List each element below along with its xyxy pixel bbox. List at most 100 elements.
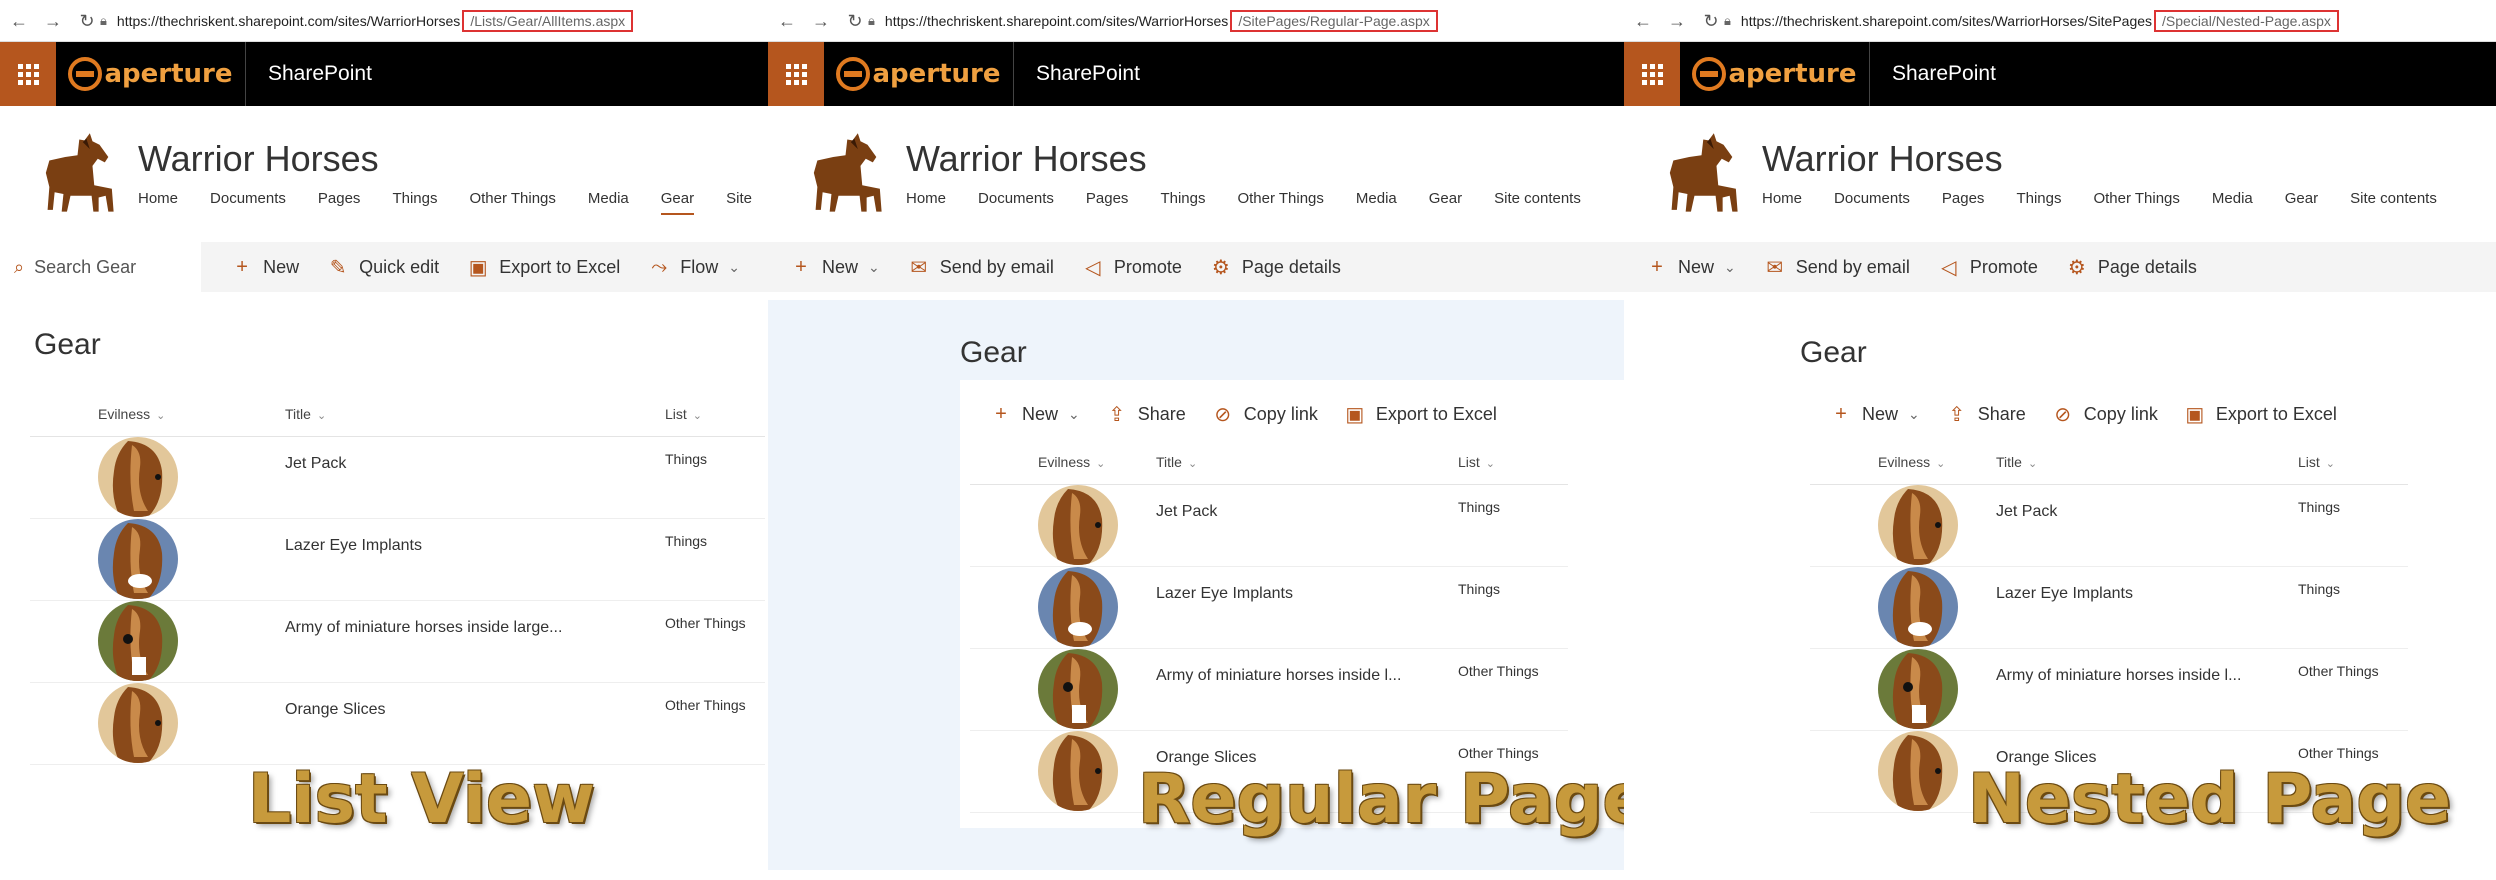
nav-link-gear[interactable]: Gear: [1429, 190, 1462, 213]
back-icon[interactable]: ←: [776, 11, 798, 31]
forward-icon[interactable]: →: [42, 11, 64, 31]
nav-link-gear[interactable]: Gear: [2285, 190, 2318, 213]
app-launcher-icon[interactable]: [1624, 42, 1680, 106]
title-cell[interactable]: Lazer Eye Implants: [285, 518, 665, 601]
webpart-new-button[interactable]: + New ⌄: [990, 403, 1080, 426]
nav-link-other-things[interactable]: Other Things: [2093, 190, 2179, 213]
reload-icon[interactable]: ↻: [1700, 11, 1722, 31]
aperture-logo[interactable]: aperture: [824, 42, 1014, 106]
column-header-evilness[interactable]: Evilness ⌄: [970, 440, 1156, 485]
nav-link-things[interactable]: Things: [1160, 190, 1205, 213]
nav-link-other-things[interactable]: Other Things: [469, 190, 555, 215]
aperture-logo[interactable]: aperture: [56, 42, 246, 106]
site-title[interactable]: Warrior Horses: [138, 138, 379, 180]
nav-link-documents[interactable]: Documents: [210, 190, 286, 215]
back-icon[interactable]: ←: [8, 11, 30, 31]
cmd-promote-button[interactable]: ◁ Promote: [1082, 255, 1182, 280]
title-cell[interactable]: Army of miniature horses inside l...: [1996, 648, 2298, 731]
site-title[interactable]: Warrior Horses: [1762, 138, 2003, 180]
nav-link-pages[interactable]: Pages: [1086, 190, 1129, 213]
column-header-evilness[interactable]: Evilness ⌄: [30, 392, 285, 437]
nav-link-things[interactable]: Things: [392, 190, 437, 215]
column-header-evilness[interactable]: Evilness ⌄: [1810, 440, 1996, 485]
cmd-new-button[interactable]: + New ⌄: [790, 256, 880, 279]
nav-link-documents[interactable]: Documents: [1834, 190, 1910, 213]
nav-link-home[interactable]: Home: [1762, 190, 1802, 213]
webpart-copy-link-button[interactable]: ⊘ Copy link: [2052, 402, 2157, 427]
cmd-flow-button[interactable]: ⤳ Flow ⌄: [648, 256, 740, 279]
table-row[interactable]: Army of miniature horses inside l... Othe…: [970, 648, 1568, 731]
table-row[interactable]: Lazer Eye Implants Things: [970, 566, 1568, 649]
reload-icon[interactable]: ↻: [844, 11, 866, 31]
column-header-list[interactable]: List ⌄: [2298, 440, 2408, 485]
cmd-new-button[interactable]: + New ⌄: [1646, 256, 1736, 279]
title-cell[interactable]: Jet Pack: [285, 436, 665, 519]
table-row[interactable]: Jet Pack Things: [30, 436, 765, 519]
suite-title[interactable]: SharePoint: [268, 62, 372, 86]
title-cell[interactable]: Jet Pack: [1156, 484, 1458, 567]
nav-link-gear[interactable]: Gear: [660, 190, 695, 215]
nav-link-home[interactable]: Home: [138, 190, 178, 215]
cmd-export-to-excel-button[interactable]: ▣ Export to Excel: [467, 255, 621, 280]
column-header-list[interactable]: List ⌄: [665, 392, 765, 437]
table-row[interactable]: Orange Slices Other Things: [30, 682, 765, 765]
nav-link-pages[interactable]: Pages: [1942, 190, 1985, 213]
cmd-promote-button[interactable]: ◁ Promote: [1938, 255, 2038, 280]
app-launcher-icon[interactable]: [768, 42, 824, 106]
nav-link-documents[interactable]: Documents: [978, 190, 1054, 213]
forward-icon[interactable]: →: [810, 11, 832, 31]
nav-link-site[interactable]: Site: [726, 190, 752, 215]
webpart-share-button[interactable]: ⇪ Share: [1946, 402, 2025, 427]
nav-link-media[interactable]: Media: [1356, 190, 1397, 213]
table-row[interactable]: Army of miniature horses inside l... Othe…: [1810, 648, 2408, 731]
title-cell[interactable]: Orange Slices: [285, 682, 665, 765]
table-row[interactable]: Lazer Eye Implants Things: [30, 518, 765, 601]
title-cell[interactable]: Army of miniature horses inside large...: [285, 600, 665, 683]
title-cell[interactable]: Army of miniature horses inside l...: [1156, 648, 1458, 731]
table-row[interactable]: Jet Pack Things: [1810, 484, 2408, 567]
nav-link-media[interactable]: Media: [588, 190, 629, 215]
url-field[interactable]: 🔒︎ https://thechriskent.sharepoint.com/si…: [868, 8, 1438, 34]
nav-link-site-contents[interactable]: Site contents: [2350, 190, 2437, 213]
horse-logo-icon[interactable]: [1654, 128, 1742, 216]
url-field[interactable]: 🔒︎ https://thechriskent.sharepoint.com/si…: [100, 8, 634, 34]
cmd-page-details-button[interactable]: ⚙ Page details: [2066, 255, 2197, 280]
title-cell[interactable]: Lazer Eye Implants: [1996, 566, 2298, 649]
cmd-new-button[interactable]: + New: [231, 256, 299, 279]
horse-logo-icon[interactable]: [30, 128, 118, 216]
table-row[interactable]: Jet Pack Things: [970, 484, 1568, 567]
title-cell[interactable]: Lazer Eye Implants: [1156, 566, 1458, 649]
table-row[interactable]: Lazer Eye Implants Things: [1810, 566, 2408, 649]
suite-title[interactable]: SharePoint: [1036, 62, 1140, 86]
column-header-title[interactable]: Title ⌄: [1156, 440, 1458, 485]
webpart-export-to-excel-button[interactable]: ▣ Export to Excel: [2184, 402, 2337, 427]
back-icon[interactable]: ←: [1632, 11, 1654, 31]
nav-link-things[interactable]: Things: [2016, 190, 2061, 213]
nav-link-home[interactable]: Home: [906, 190, 946, 213]
app-launcher-icon[interactable]: [0, 42, 56, 106]
webpart-new-button[interactable]: + New ⌄: [1830, 403, 1920, 426]
nav-link-pages[interactable]: Pages: [318, 190, 361, 215]
forward-icon[interactable]: →: [1666, 11, 1688, 31]
site-title[interactable]: Warrior Horses: [906, 138, 1147, 180]
cmd-send-by-email-button[interactable]: ✉ Send by email: [908, 255, 1053, 280]
nav-link-site-contents[interactable]: Site contents: [1494, 190, 1581, 213]
table-row[interactable]: Army of miniature horses inside large...…: [30, 600, 765, 683]
webpart-share-button[interactable]: ⇪ Share: [1106, 402, 1185, 427]
horse-logo-icon[interactable]: [798, 128, 886, 216]
cmd-send-by-email-button[interactable]: ✉ Send by email: [1764, 255, 1909, 280]
column-header-title[interactable]: Title ⌄: [285, 392, 665, 437]
reload-icon[interactable]: ↻: [76, 11, 98, 31]
search-input[interactable]: ⌕ Search Gear: [0, 242, 202, 292]
nav-link-media[interactable]: Media: [2212, 190, 2253, 213]
cmd-page-details-button[interactable]: ⚙ Page details: [1210, 255, 1341, 280]
webpart-export-to-excel-button[interactable]: ▣ Export to Excel: [1344, 402, 1497, 427]
cmd-quick-edit-button[interactable]: ✎ Quick edit: [327, 255, 439, 280]
suite-title[interactable]: SharePoint: [1892, 62, 1996, 86]
nav-link-other-things[interactable]: Other Things: [1237, 190, 1323, 213]
title-cell[interactable]: Jet Pack: [1996, 484, 2298, 567]
aperture-logo[interactable]: aperture: [1680, 42, 1870, 106]
webpart-copy-link-button[interactable]: ⊘ Copy link: [1212, 402, 1317, 427]
column-header-title[interactable]: Title ⌄: [1996, 440, 2298, 485]
column-header-list[interactable]: List ⌄: [1458, 440, 1568, 485]
